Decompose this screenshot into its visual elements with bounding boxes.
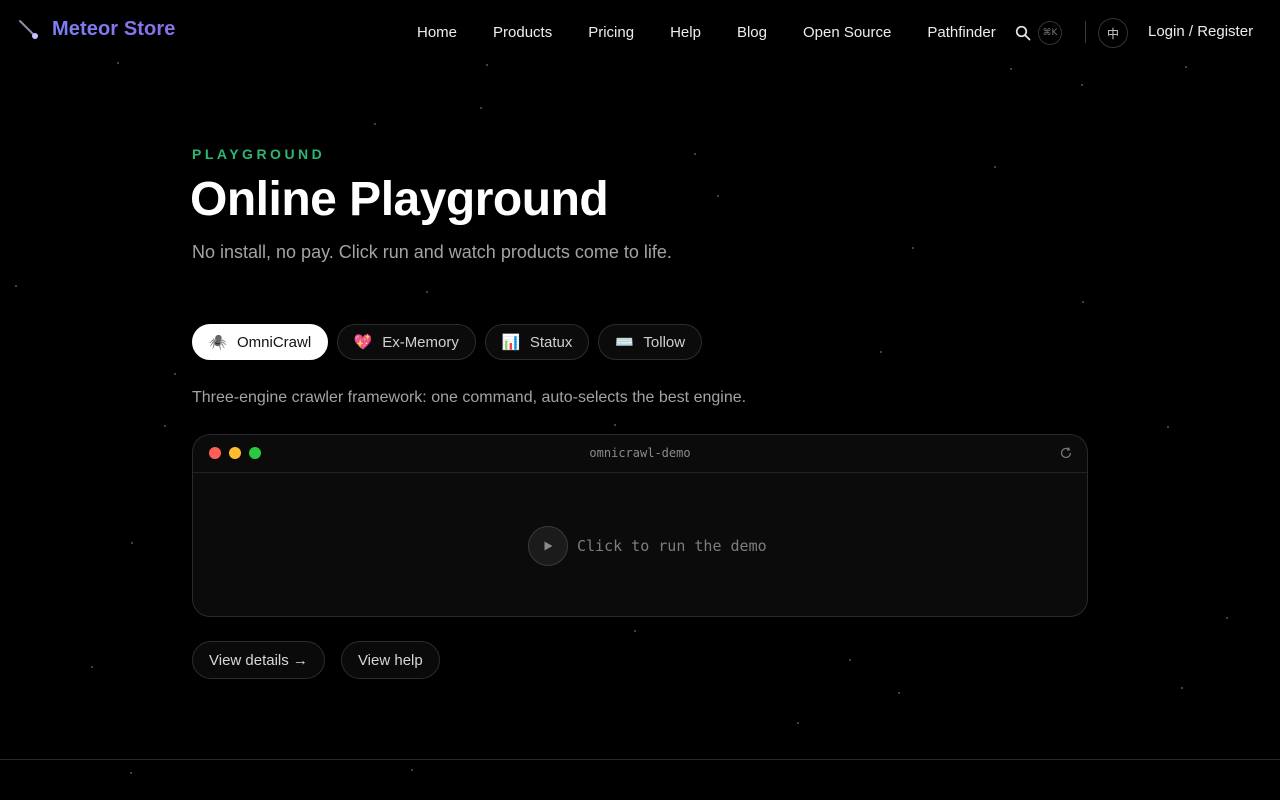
view-help-button[interactable]: View help (340, 641, 440, 679)
run-demo-button[interactable]: Click to run the demo (528, 526, 767, 566)
tab-omnicrawl[interactable]: 🕷️ OmniCrawl (192, 324, 329, 360)
page-title: Online Playground (190, 173, 609, 226)
search-icon (1015, 25, 1031, 41)
main-nav: Home Products Pricing Help Blog Open Sou… (399, 0, 1014, 64)
terminal-body: Click to run the demo (193, 473, 1087, 616)
page: Meteor Store Home Products Pricing Help … (0, 0, 1280, 800)
top-navigation: Meteor Store Home Products Pricing Help … (0, 0, 1280, 64)
spider-icon: 🕷️ (208, 334, 228, 351)
meteor-icon (19, 19, 38, 39)
nav-products[interactable]: Products (475, 24, 570, 41)
header-divider (1085, 21, 1086, 43)
tab-statux[interactable]: 📊 Statux (484, 324, 590, 360)
tab-label: Statux (529, 333, 573, 351)
language-toggle-button[interactable]: 中 (1098, 18, 1128, 48)
bar-chart-icon: 📊 (501, 334, 521, 351)
tab-ex-memory[interactable]: 💖 Ex-Memory (337, 324, 476, 360)
brand-logo-link[interactable]: Meteor Store (18, 18, 175, 41)
tab-label: Ex-Memory (382, 333, 459, 351)
nav-pathfinder[interactable]: Pathfinder (909, 24, 1013, 41)
run-demo-label: Click to run the demo (577, 537, 767, 555)
terminal-titlebar: omnicrawl-demo (193, 435, 1087, 473)
terminal-title: omnicrawl-demo (589, 446, 691, 460)
nav-open-source[interactable]: Open Source (785, 24, 909, 41)
search-shortcut-badge: ⌘K (1038, 21, 1062, 45)
demo-terminal: omnicrawl-demo Click to run the demo (192, 434, 1088, 617)
product-description: Three-engine crawler framework: one comm… (192, 389, 747, 406)
section-divider (0, 759, 1280, 760)
nav-help[interactable]: Help (652, 24, 719, 41)
heart-icon: 💖 (353, 334, 373, 351)
reload-icon[interactable] (1059, 446, 1073, 460)
product-tabs: 🕷️ OmniCrawl 💖 Ex-Memory 📊 Statux ⌨️ Tol… (192, 324, 703, 360)
login-register-link[interactable]: Login / Register (1148, 23, 1253, 40)
page-subtitle: No install, no pay. Click run and watch … (192, 242, 672, 262)
section-eyebrow: PLAYGROUND (192, 146, 326, 162)
view-details-button[interactable]: View details → (192, 641, 325, 679)
search-button[interactable]: ⌘K (1015, 21, 1062, 45)
tab-label: Tollow (643, 333, 686, 351)
tab-label: OmniCrawl (237, 333, 312, 351)
tab-tollow[interactable]: ⌨️ Tollow (598, 324, 703, 360)
brand-name: Meteor Store (52, 18, 176, 40)
nav-blog[interactable]: Blog (719, 24, 785, 41)
action-buttons: View details → View help (192, 641, 440, 679)
play-button[interactable] (528, 526, 568, 566)
nav-home[interactable]: Home (399, 24, 475, 41)
keyboard-icon: ⌨️ (615, 334, 634, 351)
play-icon (544, 541, 553, 551)
nav-pricing[interactable]: Pricing (570, 24, 652, 41)
